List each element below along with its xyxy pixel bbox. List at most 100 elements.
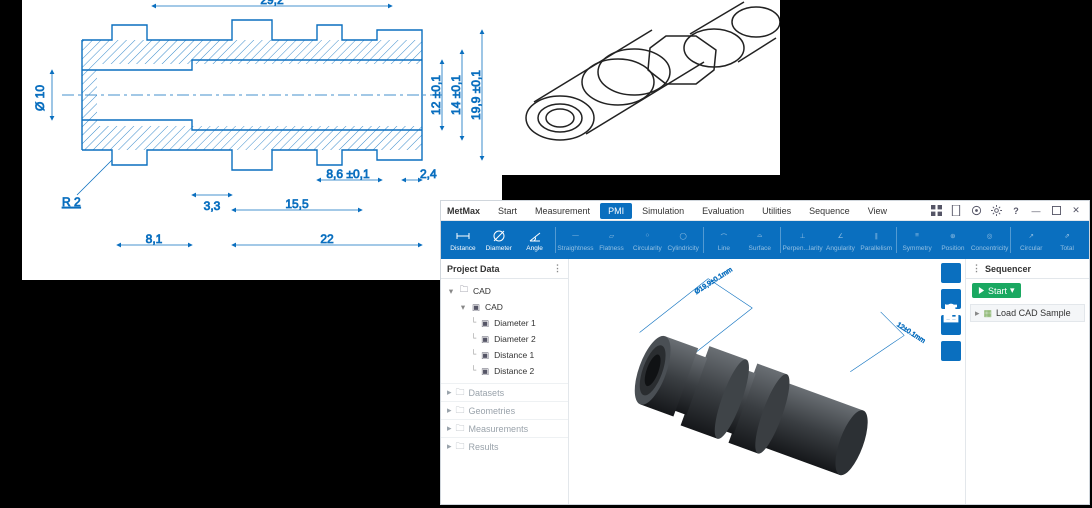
menubar: MetMax Start Measurement PMI Simulation … [441,201,1089,221]
tree-root-cad[interactable]: ▾ 🗀 CAD [441,283,568,299]
total-runout-icon: ⇗ [1060,229,1074,243]
flatness-icon: ▱ [604,229,618,243]
viewport-side-actions [941,263,961,361]
cube-icon: ▣ [480,350,490,360]
menu-start[interactable]: Start [490,203,525,219]
perpendicularity-icon: ⊥ [796,229,810,243]
ribbon-straightness[interactable]: —Straightness [557,221,593,259]
sequencer-title: Sequencer [985,264,1031,274]
technical-drawing-panel: Ø 10 R 2 29,2 3,3 15,5 8,1 22 8,6 ±0,1 2… [22,0,502,280]
menu-utilities[interactable]: Utilities [754,203,799,219]
metmax-app-window: MetMax Start Measurement PMI Simulation … [440,200,1090,505]
dim-12: 12 ±0,1 [429,75,443,115]
circularity-icon: ○ [640,229,654,243]
maximize-icon[interactable] [1049,204,1063,218]
parallelism-icon: ∥ [869,229,883,243]
help-icon[interactable]: ? [1009,204,1023,218]
dim-8-1: 8,1 [146,232,163,246]
angle-icon [528,229,542,243]
cube-icon: ▣ [480,318,490,328]
tree-distance-2[interactable]: └▣Distance 2 [441,363,568,379]
sidebar-menu-icon[interactable]: ⋮ [553,263,562,274]
project-tree: ▾ 🗀 CAD ▾ ▣ CAD └▣Diameter 1 └▣Diameter … [441,279,568,383]
ribbon-circularity[interactable]: ○Circularity [629,221,665,259]
sequencer-start-button[interactable]: Start ▾ [972,283,1021,298]
ribbon-circular[interactable]: ↗Circular [1013,221,1049,259]
position-icon: ⊕ [946,229,960,243]
settings-icon[interactable] [969,204,983,218]
circular-runout-icon: ↗ [1024,229,1038,243]
dim-15-5: 15,5 [285,197,309,211]
symmetry-icon: ≡ [910,229,924,243]
ribbon-line[interactable]: ⌒Line [706,221,742,259]
step-icon: ▦ [984,308,993,319]
straightness-icon: — [568,229,582,243]
menu-evaluation[interactable]: Evaluation [694,203,752,219]
ribbon-concentricity[interactable]: ◎Concentricity [971,221,1009,259]
folder-icon: 🗀 [456,385,465,401]
menu-simulation[interactable]: Simulation [634,203,692,219]
minimize-icon[interactable]: — [1029,204,1043,218]
tree-diameter-2[interactable]: └▣Diameter 2 [441,331,568,347]
dim-22: 22 [320,232,334,246]
folder-icon: 🗀 [456,439,465,455]
document-icon[interactable] [949,204,963,218]
action-snap[interactable] [941,341,961,361]
isometric-lineart-panel [500,0,780,175]
ribbon-symmetry[interactable]: ≡Symmetry [899,221,935,259]
menu-pmi[interactable]: PMI [600,203,632,219]
ribbon-angularity[interactable]: ∠Angularity [823,221,859,259]
dim-19-9: 19,9 ±0,1 [469,70,483,120]
cube-icon: ▣ [480,334,490,344]
ribbon-parallelism[interactable]: ∥Parallelism [858,221,894,259]
chevron-down-icon: ▾ [1010,285,1015,296]
section-results[interactable]: ▸🗀Results [441,437,568,455]
tree-node-cad[interactable]: ▾ ▣ CAD [441,299,568,315]
menu-view[interactable]: View [860,203,895,219]
sequencer-menu-icon[interactable]: ⋮ [972,263,981,274]
ribbon-perpendicularity[interactable]: ⊥Perpen...larity [783,221,823,259]
section-datasets[interactable]: ▸🗀Datasets [441,383,568,401]
ribbon-toolbar: Distance Diameter Angle —Straightness ▱F… [441,221,1089,259]
tree-diameter-1[interactable]: └▣Diameter 1 [441,315,568,331]
section-measurements[interactable]: ▸🗀Measurements [441,419,568,437]
ribbon-distance[interactable]: Distance [445,221,481,259]
ribbon-surface[interactable]: ⌓Surface [742,221,778,259]
angularity-icon: ∠ [833,229,847,243]
ribbon-diameter[interactable]: Diameter [481,221,517,259]
cube-icon: ▣ [480,366,490,376]
sequencer-row-load-cad[interactable]: ▸ ▦ Load CAD Sample [970,304,1085,322]
menu-sequence[interactable]: Sequence [801,203,858,219]
ribbon-position[interactable]: ⊕Position [935,221,971,259]
folder-icon: 🗀 [459,286,469,296]
project-data-panel: Project Data ⋮ ▾ 🗀 CAD ▾ ▣ CAD └▣Diamete… [441,259,569,504]
folder-icon: 🗀 [456,403,465,419]
section-geometries[interactable]: ▸🗀Geometries [441,401,568,419]
tree-distance-1[interactable]: └▣Distance 1 [441,347,568,363]
layout-icon[interactable] [929,204,943,218]
cube-icon: ▣ [471,302,481,312]
distance-icon [456,229,470,243]
line-icon: ⌒ [717,229,731,243]
viewport-dim-distance: 12±0.1mm [895,321,926,345]
close-icon[interactable]: ✕ [1069,204,1083,218]
menu-measurement[interactable]: Measurement [527,203,598,219]
viewport-dim-diameter: Ø19,9±0.1mm [694,266,734,296]
dim-3-3: 3,3 [204,199,221,213]
dim-8-6: 8,6 ±0,1 [326,167,370,181]
3d-viewport[interactable]: Ø19,9±0.1mm 12±0.1mm [569,259,965,504]
dim-29-2: 29,2 [260,0,284,7]
ribbon-cylindricity[interactable]: ◯Cylindricity [665,221,701,259]
project-data-title: Project Data [447,264,500,274]
app-brand: MetMax [447,206,480,216]
ribbon-total[interactable]: ⇗Total [1049,221,1085,259]
gear-icon[interactable] [989,204,1003,218]
ribbon-angle[interactable]: Angle [517,221,553,259]
diameter-icon [492,229,506,243]
dim-14: 14 ±0,1 [449,75,463,115]
dim-d10: Ø 10 [33,85,47,111]
dim-r2: R 2 [62,195,81,209]
concentricity-icon: ◎ [983,229,997,243]
dim-2-4: 2,4 [420,167,437,181]
ribbon-flatness[interactable]: ▱Flatness [594,221,630,259]
